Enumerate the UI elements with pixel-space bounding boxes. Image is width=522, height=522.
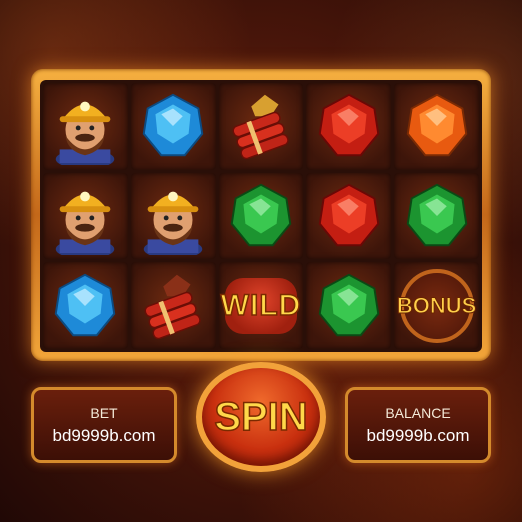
reel-cell (394, 83, 479, 170)
reel-cell (306, 83, 392, 170)
reel-cell (218, 83, 304, 170)
green-gem-icon (406, 183, 467, 247)
reel-cell (218, 172, 304, 260)
reel-cell (43, 172, 128, 260)
bonus-symbol-label: BONUS (396, 292, 477, 318)
spin-button[interactable]: SPIN (196, 362, 326, 472)
miner-icon (143, 191, 203, 255)
reel-cell: BONUS (394, 262, 479, 349)
wild-symbol-label: WILD (220, 288, 302, 323)
reel-cell (130, 262, 216, 349)
reel-cell (394, 172, 479, 260)
balance-panel: BALANCE bd9999b.com (345, 387, 491, 463)
spin-label: SPIN (214, 394, 309, 440)
blue-gem-icon (55, 273, 116, 336)
green-gem-icon (230, 183, 292, 247)
reel-cell (43, 83, 128, 170)
red-gem-icon (318, 183, 380, 247)
reel-cell (130, 83, 216, 170)
reel-cell (130, 172, 216, 260)
dynamite-icon (144, 274, 201, 339)
miner-icon (56, 191, 115, 255)
reel-cell (306, 172, 392, 260)
balance-label: BALANCE (385, 404, 451, 421)
reel-cell (306, 262, 392, 349)
miner-icon (56, 101, 115, 166)
reel-grid: WILD BONUS (40, 80, 482, 352)
green-gem-icon (318, 273, 380, 336)
bet-value: bd9999b.com (52, 425, 156, 445)
reel-cell (43, 262, 128, 349)
red-gem-icon (318, 94, 380, 157)
balance-value: bd9999b.com (366, 425, 470, 445)
blue-gem-icon (142, 94, 204, 157)
reel-cell: WILD (218, 262, 304, 349)
bet-panel[interactable]: BET bd9999b.com (31, 387, 177, 463)
orange-gem-icon (406, 94, 467, 157)
bet-label: BET (90, 404, 118, 421)
dynamite-icon (232, 95, 289, 160)
